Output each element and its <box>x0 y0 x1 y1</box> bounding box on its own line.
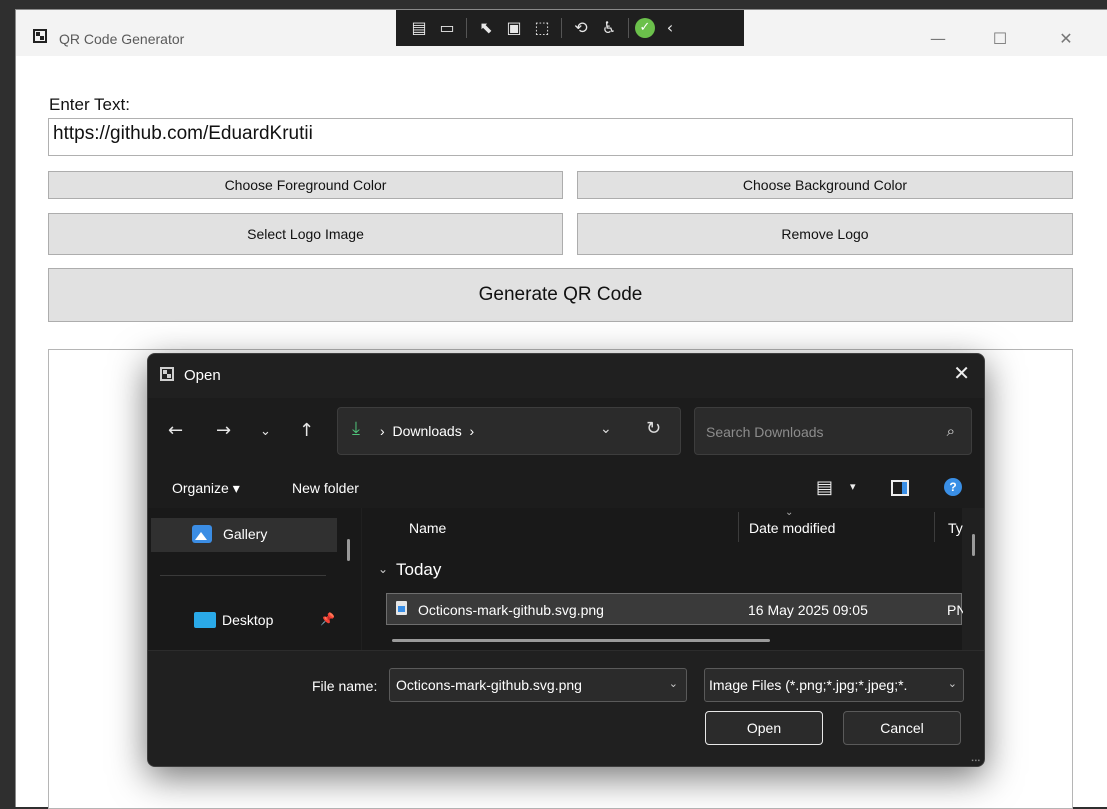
group-header-today[interactable]: Today <box>396 560 441 580</box>
chevron-down-icon[interactable]: ⌄ <box>948 677 957 690</box>
gallery-icon <box>192 525 212 543</box>
organize-menu[interactable]: Organize ▾ <box>172 480 240 497</box>
xaml-debug-toolbar: ▤ ▭ ⬉ ▣ ⬚ ⟲ ♿ ✓ ‹ <box>396 10 744 46</box>
sort-chevron-icon: ⌄ <box>785 507 794 518</box>
display-layout-adorners-icon[interactable]: ▣ <box>501 15 527 41</box>
new-folder-button[interactable]: New folder <box>292 480 359 496</box>
address-history-chevron-icon[interactable]: ⌄ <box>600 421 612 437</box>
chevron-down-icon[interactable]: ⌄ <box>669 677 678 690</box>
qr-text-input[interactable]: https://github.com/EduardKrutii <box>48 118 1073 156</box>
address-bar[interactable]: ⤓ › Downloads › ⌄ ↻ <box>337 407 681 455</box>
file-type-select[interactable]: Image Files (*.png;*.jpg;*.jpeg;*. ⌄ <box>704 668 964 702</box>
open-file-dialog: Open ✕ ← → ⌄ ↑ ⤓ › Downloads › ⌄ ↻ Searc… <box>147 353 985 767</box>
collapse-icon[interactable]: ‹ <box>657 15 683 41</box>
close-button[interactable]: ✕ <box>1046 24 1086 54</box>
pin-icon[interactable]: 📌 <box>320 612 335 626</box>
track-focus-icon[interactable]: ⬚ <box>529 15 555 41</box>
file-list: Name ⌄ Date modified Ty ⌄ Today Octicons… <box>362 507 963 650</box>
open-button[interactable]: Open <box>705 711 823 745</box>
file-row[interactable]: Octicons-mark-github.svg.png 16 May 2025… <box>386 593 963 625</box>
column-header-date-modified[interactable]: Date modified <box>749 520 835 536</box>
hot-reload-icon[interactable]: ⟲ <box>568 15 594 41</box>
dialog-footer: File name: Octicons-mark-github.svg.png … <box>148 650 984 766</box>
column-separator[interactable] <box>934 512 935 542</box>
nav-divider <box>160 575 326 576</box>
view-options-icon[interactable]: ▤ <box>816 477 833 498</box>
maximize-button[interactable]: ☐ <box>980 24 1020 54</box>
path-separator: › <box>380 423 385 439</box>
toolbar-separator <box>628 18 629 38</box>
dialog-app-icon <box>160 367 174 381</box>
command-bar: Organize ▾ New folder ▤ ▾ ? <box>148 468 984 508</box>
nav-scrollbar-thumb[interactable] <box>347 539 350 561</box>
navigation-bar: ← → ⌄ ↑ ⤓ › Downloads › ⌄ ↻ Search Downl… <box>148 398 984 468</box>
view-chevron-icon[interactable]: ▾ <box>850 480 856 493</box>
choose-background-color-button[interactable]: Choose Background Color <box>577 171 1073 199</box>
file-name: Octicons-mark-github.svg.png <box>418 602 604 618</box>
choose-foreground-color-button[interactable]: Choose Foreground Color <box>48 171 563 199</box>
file-type-value: Image Files (*.png;*.jpg;*.jpeg;*. <box>709 677 908 693</box>
enter-text-label: Enter Text: <box>49 95 130 114</box>
file-name-value[interactable]: Octicons-mark-github.svg.png <box>396 677 582 693</box>
dialog-close-icon[interactable]: ✕ <box>953 361 970 385</box>
downloads-icon: ⤓ <box>352 418 360 439</box>
resize-grip-icon[interactable]: ⠠⠤ <box>967 754 981 765</box>
select-element-icon[interactable]: ⬉ <box>473 15 499 41</box>
record-icon[interactable]: ▭ <box>434 15 460 41</box>
nav-item-desktop[interactable]: Desktop <box>222 612 273 628</box>
column-header-name[interactable]: Name <box>409 520 446 536</box>
path-separator: › <box>469 423 475 439</box>
title-bar[interactable]: QR Code Generator ▤ ▭ ⬉ ▣ ⬚ ⟲ ♿ ✓ ‹ — ☐ … <box>16 10 1107 56</box>
toolbar-separator <box>561 18 562 38</box>
column-separator[interactable] <box>738 512 739 542</box>
file-name-combobox[interactable]: Octicons-mark-github.svg.png ⌄ <box>389 668 687 702</box>
select-logo-image-button[interactable]: Select Logo Image <box>48 213 563 255</box>
remove-logo-button[interactable]: Remove Logo <box>577 213 1073 255</box>
search-icon[interactable]: ⌕ <box>947 422 955 440</box>
file-date-modified: 16 May 2025 09:05 <box>748 602 868 618</box>
recent-locations-chevron-icon[interactable]: ⌄ <box>260 424 271 439</box>
window-title: QR Code Generator <box>59 31 185 47</box>
column-header-type[interactable]: Ty <box>948 520 963 536</box>
search-placeholder: Search Downloads <box>706 424 824 440</box>
minimize-button[interactable]: — <box>918 24 958 54</box>
file-list-horizontal-scrollbar[interactable] <box>392 639 770 642</box>
dialog-title: Open <box>184 367 221 384</box>
generate-qr-code-button[interactable]: Generate QR Code <box>48 268 1073 322</box>
refresh-icon[interactable]: ↻ <box>646 418 661 439</box>
binding-ok-icon[interactable]: ✓ <box>635 18 655 38</box>
live-visual-tree-icon[interactable]: ▤ <box>406 15 432 41</box>
search-box[interactable]: Search Downloads ⌕ <box>694 407 972 455</box>
toolbar-separator <box>466 18 467 38</box>
preview-pane-icon[interactable] <box>891 480 909 496</box>
help-icon[interactable]: ? <box>944 478 962 496</box>
file-type: PN <box>947 602 963 618</box>
image-file-icon <box>396 601 407 615</box>
nav-scrollbar-track[interactable] <box>339 508 361 650</box>
nav-item-gallery[interactable]: Gallery <box>223 526 267 542</box>
qr-app-icon <box>33 29 47 43</box>
file-name-label: File name: <box>312 678 378 694</box>
path-folder[interactable]: Downloads <box>392 423 461 439</box>
desktop-icon <box>194 612 216 628</box>
forward-arrow-icon[interactable]: → <box>216 420 231 441</box>
cancel-button[interactable]: Cancel <box>843 711 961 745</box>
back-arrow-icon[interactable]: ← <box>168 420 183 441</box>
file-list-vertical-scrollbar[interactable] <box>972 534 975 556</box>
group-collapse-chevron-icon[interactable]: ⌄ <box>378 562 388 576</box>
navigation-pane: Gallery Desktop 📌 <box>148 508 339 650</box>
up-arrow-icon[interactable]: ↑ <box>299 420 314 441</box>
accessibility-icon[interactable]: ♿ <box>596 15 622 41</box>
address-path[interactable]: › Downloads › <box>380 423 474 439</box>
